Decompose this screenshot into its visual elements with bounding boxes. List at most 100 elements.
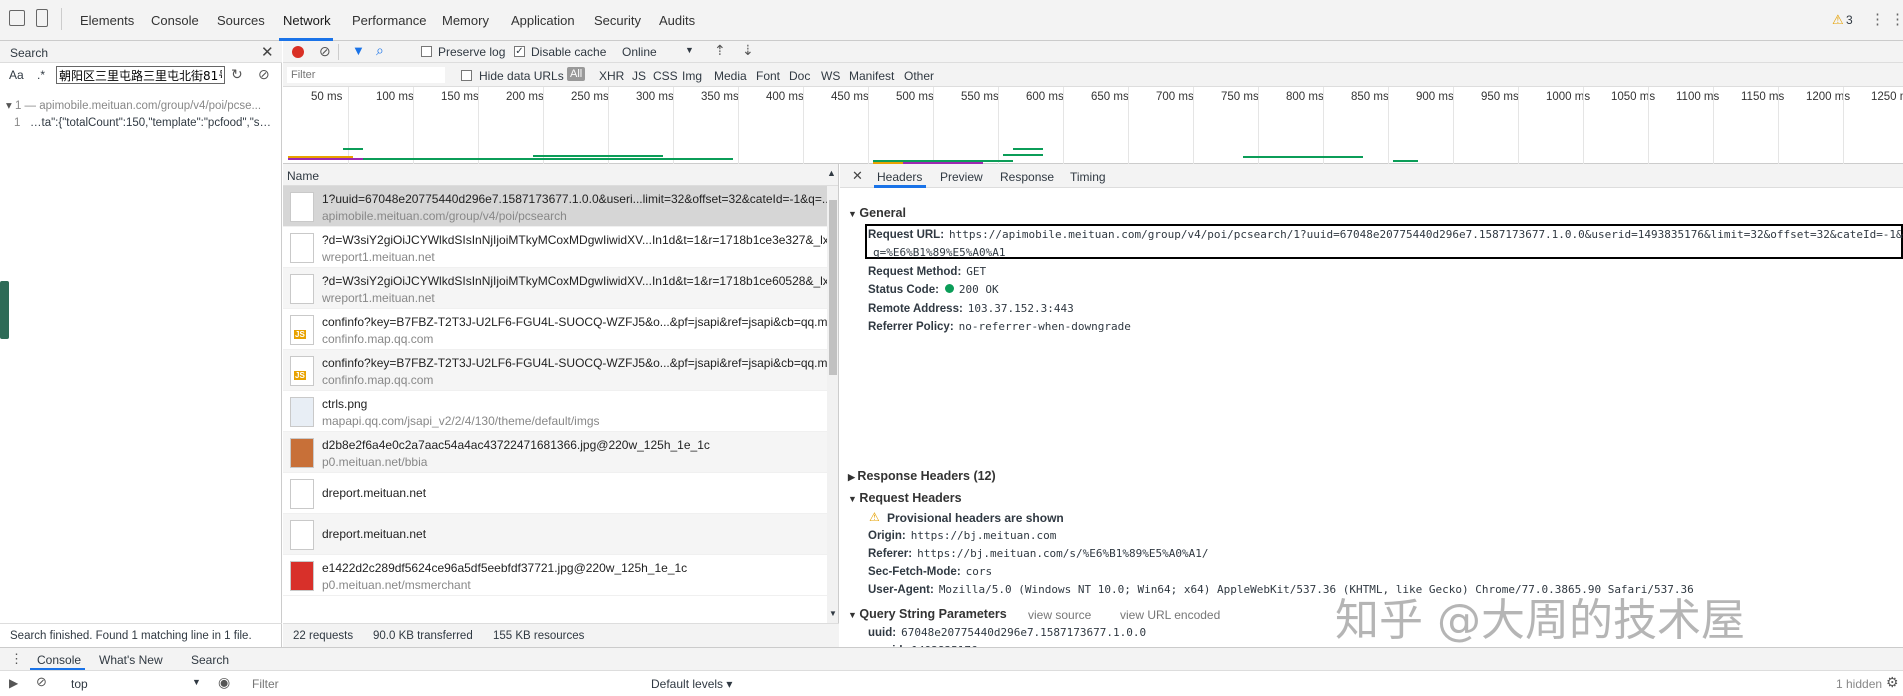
preserve-log-label: Preserve log (438, 45, 506, 59)
tab-application[interactable]: Application (511, 13, 575, 28)
tab-elements[interactable]: Elements (80, 13, 134, 28)
scrollbar-thumb[interactable] (829, 200, 837, 375)
filter-icon[interactable]: ▼ (352, 43, 365, 58)
context-select[interactable]: top (71, 677, 88, 691)
eye-icon[interactable]: ◉ (218, 674, 230, 691)
throttle-select[interactable]: Online (622, 45, 657, 59)
device-toolbar-icon[interactable] (36, 9, 48, 27)
tab-console[interactable]: Console (151, 13, 199, 28)
close-details-icon[interactable]: ✕ (852, 168, 863, 184)
search-input[interactable] (56, 66, 225, 84)
type-font[interactable]: Font (756, 69, 780, 83)
tab-preview[interactable]: Preview (940, 170, 983, 184)
request-name: confinfo?key=B7FBZ-T2T3J-U2LF6-FGU4L-SUO… (322, 356, 832, 370)
request-row[interactable]: ?d=W3siY2giOiJCYWlkdSIsInNjIjoiMTkyMCoxM… (283, 268, 838, 309)
header-value: 103.37.152.3:443 (967, 301, 1074, 315)
request-row[interactable]: dreport.meituan.net (283, 514, 838, 555)
tab-headers[interactable]: Headers (877, 170, 922, 184)
tab-performance[interactable]: Performance (352, 13, 426, 28)
type-js[interactable]: JS (632, 69, 646, 83)
chevron-down-icon[interactable]: ▼ (192, 677, 201, 687)
summary-requests: 22 requests (293, 630, 354, 642)
hide-data-urls-checkbox[interactable] (461, 70, 472, 81)
more-options-icon[interactable]: ⋮ (1890, 10, 1903, 28)
chevron-down-icon[interactable]: ▼ (685, 45, 694, 55)
filter-input[interactable] (287, 67, 445, 83)
record-button[interactable] (292, 46, 304, 58)
document-icon (290, 479, 314, 509)
request-row[interactable]: JS confinfo?key=B7FBZ-T2T3J-U2LF6-FGU4L-S… (283, 309, 838, 350)
request-row[interactable]: ctrls.png mapapi.qq.com/jsapi_v2/2/4/130/… (283, 391, 838, 432)
tab-sources[interactable]: Sources (217, 13, 265, 28)
console-settings-icon[interactable]: ⚙ (1886, 674, 1899, 691)
request-row[interactable]: 1?uuid=67048e20775440d296e7.1587173677.1… (283, 186, 838, 227)
collapse-arrow-icon: ▶ (848, 472, 858, 482)
scroll-down-icon[interactable]: ▼ (829, 609, 837, 618)
overview-timeline[interactable]: 50 ms 100 ms 150 ms 200 ms 250 ms 300 ms 350 m… (283, 87, 1903, 164)
tab-memory[interactable]: Memory (442, 13, 489, 28)
import-har-icon[interactable]: ⇡ (714, 42, 726, 59)
clear-log-icon[interactable]: ⊘ (319, 43, 331, 60)
left-edge-handle[interactable] (0, 281, 9, 339)
tab-network[interactable]: Network (283, 13, 331, 28)
type-xhr[interactable]: XHR (599, 69, 624, 83)
request-row[interactable]: dreport.meituan.net (283, 473, 838, 514)
drawer-tab-console[interactable]: Console (37, 653, 81, 667)
response-headers-toggle[interactable]: ▶ Response Headers (12) (848, 469, 996, 483)
export-har-icon[interactable]: ⇣ (742, 42, 754, 59)
drawer-tab-whats-new[interactable]: What's New (99, 653, 163, 667)
warning-icon[interactable]: ⚠ (1832, 12, 1844, 28)
regex-button[interactable]: .* (37, 68, 45, 82)
type-ws[interactable]: WS (821, 69, 840, 83)
scrollbar[interactable]: ▼ (827, 186, 838, 623)
drawer-menu-icon[interactable]: ⋮ (10, 651, 23, 667)
tab-audits[interactable]: Audits (659, 13, 695, 28)
disable-cache-checkbox[interactable]: ✓ (514, 46, 525, 57)
log-levels-select[interactable]: Default levels ▾ (651, 677, 732, 691)
type-media[interactable]: Media (714, 69, 747, 83)
view-url-encoded-link[interactable]: view URL encoded (1120, 608, 1220, 622)
settings-icon[interactable]: ⋮ (1870, 10, 1885, 28)
query-params-toggle[interactable]: ▼ Query String Parameters (848, 607, 1007, 621)
view-source-link[interactable]: view source (1028, 608, 1091, 622)
request-headers-toggle[interactable]: ▼ Request Headers (848, 491, 962, 505)
request-row[interactable]: d2b8e2f6a4e0c2a7aac54a4ac43722471681366.… (283, 432, 838, 473)
type-doc[interactable]: Doc (789, 69, 810, 83)
search-result-file[interactable]: ▾ 1 — apimobile.meituan.com/group/v4/poi… (6, 98, 278, 112)
tab-security[interactable]: Security (594, 13, 641, 28)
close-icon[interactable]: ✕ (261, 43, 274, 61)
header-value: no-referrer-when-downgrade (958, 320, 1131, 333)
preserve-log-checkbox[interactable] (421, 46, 432, 57)
result-line-text[interactable]: …ta":{"totalCount":150,"template":"pcfoo… (30, 117, 280, 129)
status-ok-icon (944, 284, 954, 294)
general-section-toggle[interactable]: ▼ General (848, 206, 906, 220)
refresh-icon[interactable]: ↻ (231, 66, 243, 83)
match-case-button[interactable]: Aa (9, 68, 24, 82)
request-row[interactable]: e1422d2c289df5624ce96a5df5eebfdf37721.jp… (283, 555, 838, 596)
request-row[interactable]: JS confinfo?key=B7FBZ-T2T3J-U2LF6-FGU4L-S… (283, 350, 838, 391)
drawer-tab-search[interactable]: Search (191, 653, 229, 667)
tab-timing[interactable]: Timing (1070, 170, 1106, 184)
result-file-label: 1 — apimobile.meituan.com/group/v4/poi/p… (14, 100, 262, 112)
tab-response[interactable]: Response (1000, 170, 1054, 184)
inspect-element-icon[interactable] (9, 10, 25, 26)
type-img[interactable]: Img (682, 69, 702, 83)
response-headers-title: Response Headers (12) (857, 469, 996, 483)
console-filter-input[interactable] (252, 676, 632, 692)
search-icon[interactable]: ⌕ (376, 42, 384, 59)
header-key: Sec-Fetch-Mode: (868, 566, 961, 578)
details-pane: ✕ Headers Preview Response Timing ▼ Gene… (840, 164, 1903, 647)
image-icon (290, 397, 314, 427)
clear-icon[interactable]: ⊘ (258, 66, 270, 83)
type-css[interactable]: CSS (653, 69, 678, 83)
type-manifest[interactable]: Manifest (849, 69, 894, 83)
search-status: Search finished. Found 1 matching line i… (10, 630, 252, 642)
warnings-count[interactable]: 3 (1846, 13, 1853, 27)
type-other[interactable]: Other (904, 69, 934, 83)
clear-console-icon[interactable]: ⊘ (36, 674, 47, 690)
sidebar-toggle-icon[interactable]: ▶ (9, 676, 18, 690)
type-all[interactable]: All (567, 67, 586, 81)
request-row[interactable]: ?d=W3siY2giOiJCYWlkdSIsInNjIjoiMTkyMCoxM… (283, 227, 838, 268)
name-column-header[interactable]: Name ▲ (283, 164, 838, 186)
expand-arrow-icon: ▾ (6, 100, 15, 112)
